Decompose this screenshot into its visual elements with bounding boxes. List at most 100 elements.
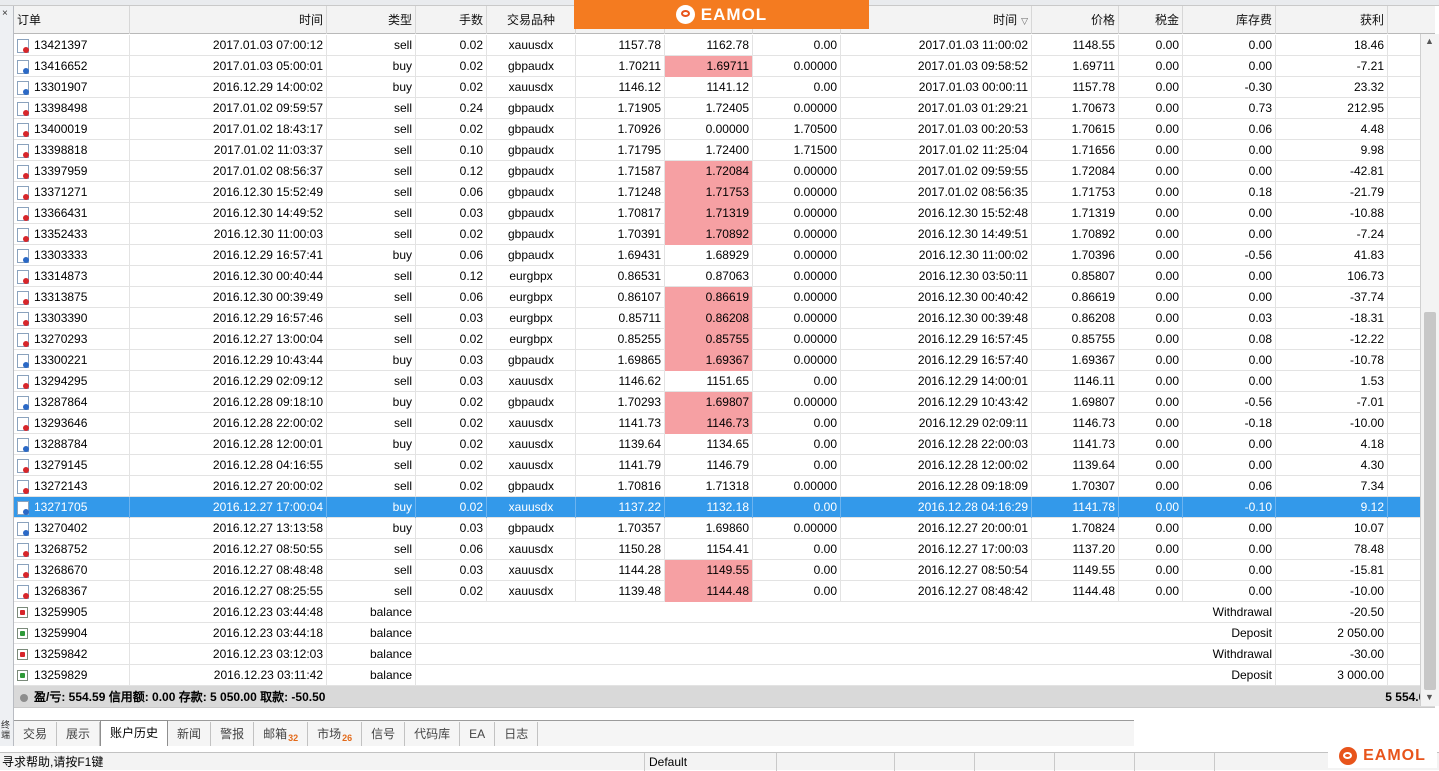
status-profile: Default [645, 752, 777, 771]
tab-7[interactable]: 信号 [362, 722, 406, 746]
trade-row[interactable]: 13271705 2016.12.27 17:00:04 buy 0.02 xauusd… [14, 497, 1435, 518]
trade-row[interactable]: 13371271 2016.12.30 15:52:49 sell 0.06 gbpau… [14, 182, 1435, 203]
cell-close-time: 2016.12.30 03:50:11 [841, 266, 1032, 287]
cell-order: 13271705 [14, 497, 130, 518]
trade-row[interactable]: 13279145 2016.12.28 04:16:55 sell 0.02 xauus… [14, 455, 1435, 476]
close-icon[interactable]: × [2, 8, 8, 19]
cell-type: sell [327, 140, 416, 161]
trade-row[interactable]: 13268670 2016.12.27 08:48:48 sell 0.03 xauus… [14, 560, 1435, 581]
column-header-symbol[interactable]: 交易品种 [487, 6, 576, 34]
column-header-order[interactable]: 订单 [14, 6, 130, 34]
cell-close-time: 2016.12.28 12:00:02 [841, 455, 1032, 476]
trade-row[interactable]: 13272143 2016.12.27 20:00:02 sell 0.02 gbpau… [14, 476, 1435, 497]
cell-order: 13301907 [14, 77, 130, 98]
tab-3[interactable]: 新闻 [168, 722, 212, 746]
cell-close-time: 2016.12.27 17:00:03 [841, 539, 1032, 560]
sell-order-icon [17, 143, 29, 158]
deposit-icon [17, 628, 28, 639]
trade-row[interactable]: 13293646 2016.12.28 22:00:02 sell 0.02 xauus… [14, 413, 1435, 434]
column-header-tax[interactable]: 税金 [1119, 6, 1183, 34]
tab-9[interactable]: EA [460, 722, 496, 746]
cell-take-profit: 0.00000 [753, 224, 841, 245]
trade-row[interactable]: 13270293 2016.12.27 13:00:04 sell 0.02 eurgb… [14, 329, 1435, 350]
balance-row[interactable]: 13259829 2016.12.23 03:11:42 balance Deposi… [14, 665, 1435, 686]
tab-1[interactable]: 展示 [57, 722, 101, 746]
column-header-open-time[interactable]: 时间 [130, 6, 327, 34]
order-number: 13303333 [34, 248, 88, 262]
trade-row[interactable]: 13268367 2016.12.27 08:25:55 sell 0.02 xauus… [14, 581, 1435, 602]
trade-row[interactable]: 13398498 2017.01.02 09:59:57 sell 0.24 gbpau… [14, 98, 1435, 119]
balance-row[interactable]: 13259905 2016.12.23 03:44:48 balance Withdr… [14, 602, 1435, 623]
trade-row[interactable]: 13398818 2017.01.02 11:03:37 sell 0.10 gbpau… [14, 140, 1435, 161]
balance-row[interactable]: 13259904 2016.12.23 03:44:18 balance Deposi… [14, 623, 1435, 644]
tab-8[interactable]: 代码库 [405, 722, 461, 746]
tab-5[interactable]: 邮箱32 [254, 722, 309, 746]
trade-row[interactable]: 13268752 2016.12.27 08:50:55 sell 0.06 xauus… [14, 539, 1435, 560]
cell-open-time: 2016.12.27 08:50:55 [130, 539, 327, 560]
scroll-up-arrow-icon[interactable]: ▲ [1425, 36, 1434, 46]
cell-open-price: 0.85255 [576, 329, 665, 350]
cell-symbol: gbpaudx [487, 203, 576, 224]
column-header-close-time[interactable]: 时间 ▽ [841, 6, 1032, 34]
column-header-label: 税金 [1154, 13, 1179, 27]
cell-open-time: 2016.12.27 20:00:02 [130, 476, 327, 497]
trade-row[interactable]: 13314873 2016.12.30 00:40:44 sell 0.12 eurgb… [14, 266, 1435, 287]
cell-open-time: 2016.12.23 03:44:18 [130, 623, 327, 644]
cell-lots: 0.02 [416, 329, 487, 350]
cell-take-profit: 0.00000 [753, 266, 841, 287]
status-help-text: 寻求帮助,请按F1键 [0, 752, 645, 771]
column-header-swap[interactable]: 库存费 [1183, 6, 1276, 34]
order-number: 13268752 [34, 542, 88, 556]
trade-row[interactable]: 13294295 2016.12.29 02:09:12 sell 0.03 xauus… [14, 371, 1435, 392]
trade-row[interactable]: 13397959 2017.01.02 08:56:37 sell 0.12 gbpau… [14, 161, 1435, 182]
trade-row[interactable]: 13416652 2017.01.03 05:00:01 buy 0.02 gbpaud… [14, 56, 1435, 77]
cell-open-time: 2016.12.27 13:13:58 [130, 518, 327, 539]
cell-profit: 106.73 [1276, 266, 1388, 287]
cell-close-price: 1148.55 [1032, 35, 1119, 56]
cell-close-price: 1.69807 [1032, 392, 1119, 413]
column-header-close-price[interactable]: 价格 [1032, 6, 1119, 34]
cell-swap: -0.30 [1183, 77, 1276, 98]
column-header-lots[interactable]: 手数 [416, 6, 487, 34]
cell-open-time: 2016.12.29 16:57:41 [130, 245, 327, 266]
order-number: 13288784 [34, 437, 88, 451]
tab-0[interactable]: 交易 [14, 722, 58, 746]
scrollbar-thumb[interactable] [1424, 312, 1436, 690]
column-header-profit[interactable]: 获利 [1276, 6, 1388, 34]
trade-row[interactable]: 13421397 2017.01.03 07:00:12 sell 0.02 xauus… [14, 35, 1435, 56]
cell-type: buy [327, 497, 416, 518]
tab-10[interactable]: 日志 [495, 722, 539, 746]
trade-row[interactable]: 13301907 2016.12.29 14:00:02 buy 0.02 xauusd… [14, 77, 1435, 98]
trade-row[interactable]: 13366431 2016.12.30 14:49:52 sell 0.03 gbpau… [14, 203, 1435, 224]
cell-open-time: 2016.12.30 00:39:49 [130, 287, 327, 308]
trade-row[interactable]: 13400019 2017.01.02 18:43:17 sell 0.02 gbpau… [14, 119, 1435, 140]
cell-stop-loss: 1.72400 [665, 140, 753, 161]
cell-lots: 0.02 [416, 434, 487, 455]
trade-row[interactable]: 13288784 2016.12.28 12:00:01 buy 0.02 xauusd… [14, 434, 1435, 455]
tab-6[interactable]: 市场26 [308, 722, 363, 746]
column-header-type[interactable]: 类型 [327, 6, 416, 34]
tab-2[interactable]: 账户历史 [100, 720, 169, 746]
trade-row[interactable]: 13303390 2016.12.29 16:57:46 sell 0.03 eurgb… [14, 308, 1435, 329]
trade-row[interactable]: 13287864 2016.12.28 09:18:10 buy 0.02 gbpaud… [14, 392, 1435, 413]
cell-close-price: 1146.11 [1032, 371, 1119, 392]
trade-row[interactable]: 13313875 2016.12.30 00:39:49 sell 0.06 eurgb… [14, 287, 1435, 308]
balance-row[interactable]: 13259842 2016.12.23 03:12:03 balance Withdr… [14, 644, 1435, 665]
trade-row[interactable]: 13300221 2016.12.29 10:43:44 buy 0.03 gbpaud… [14, 350, 1435, 371]
cell-swap: 0.00 [1183, 203, 1276, 224]
cell-symbol: eurgbpx [487, 287, 576, 308]
column-header-label: 时间 [298, 13, 323, 27]
trade-row[interactable]: 13270402 2016.12.27 13:13:58 buy 0.03 gbpaud… [14, 518, 1435, 539]
trade-row[interactable]: 13352433 2016.12.30 11:00:03 sell 0.02 gbpau… [14, 224, 1435, 245]
cell-stop-loss: 1154.41 [665, 539, 753, 560]
vertical-scrollbar[interactable]: ▲ ▼ [1420, 34, 1439, 706]
cell-take-profit: 0.00000 [753, 182, 841, 203]
trade-row[interactable]: 13303333 2016.12.29 16:57:41 buy 0.06 gbpaud… [14, 245, 1435, 266]
cell-open-time: 2016.12.27 13:00:04 [130, 329, 327, 350]
cell-take-profit: 0.00000 [753, 98, 841, 119]
cell-symbol: xauusdx [487, 413, 576, 434]
scroll-down-arrow-icon[interactable]: ▼ [1425, 692, 1434, 702]
cell-tax: 0.00 [1119, 371, 1183, 392]
tab-4[interactable]: 警报 [211, 722, 255, 746]
cell-symbol: xauusdx [487, 455, 576, 476]
